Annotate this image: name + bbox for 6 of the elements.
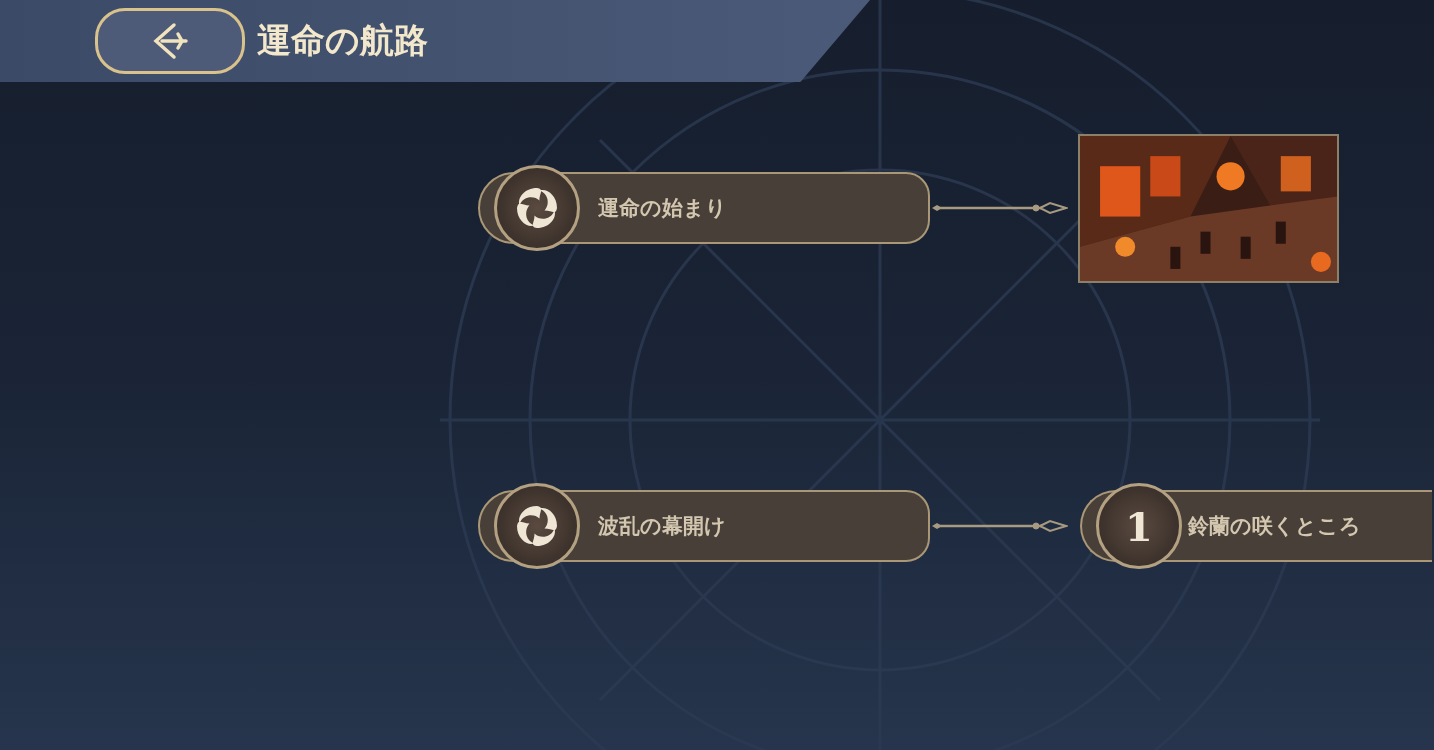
node-label: 波乱の幕開け bbox=[598, 512, 726, 540]
node-label: 鈴蘭の咲くところ bbox=[1188, 512, 1361, 540]
node-label: 運命の始まり bbox=[598, 194, 727, 222]
chapter-number: 1 bbox=[1125, 502, 1153, 550]
page-title: 運命の航路 bbox=[257, 19, 428, 62]
back-button[interactable] bbox=[95, 8, 245, 74]
